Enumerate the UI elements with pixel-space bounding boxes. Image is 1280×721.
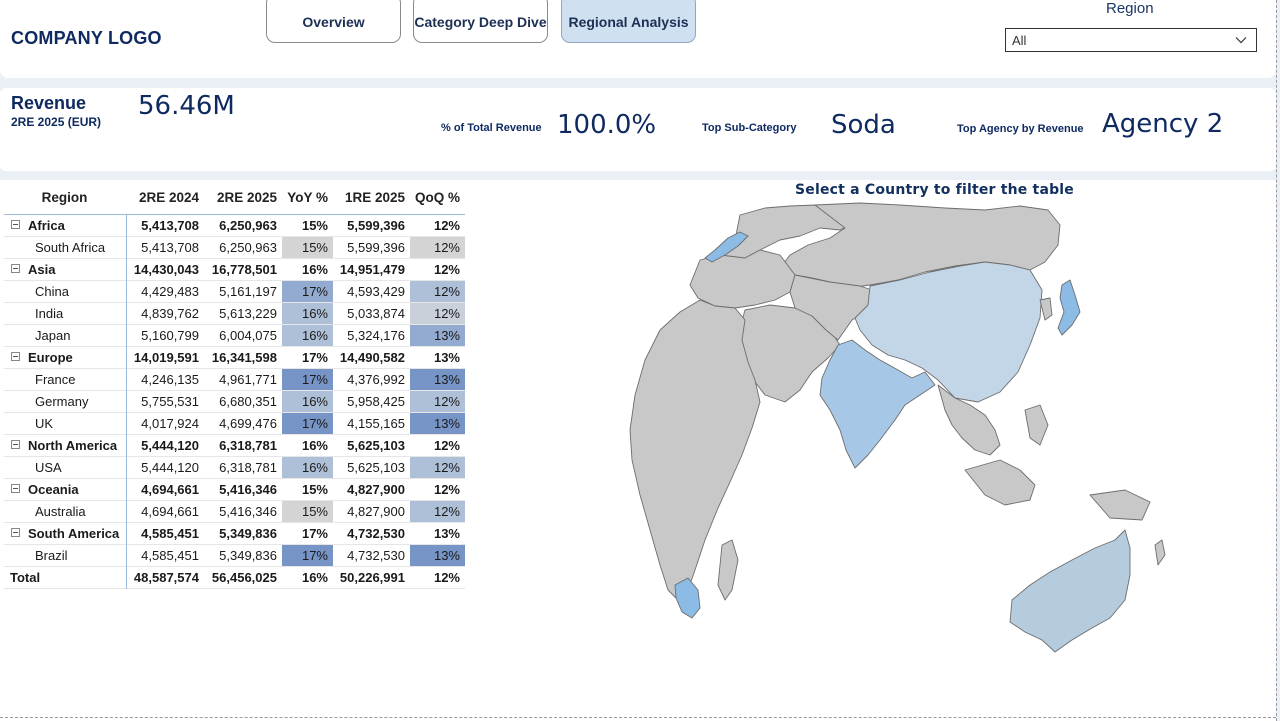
map-region-madagascar bbox=[717, 539, 739, 601]
map-region-japan bbox=[1057, 279, 1081, 336]
map-region-korea bbox=[1039, 297, 1053, 321]
frame-edge-bottom bbox=[0, 717, 1276, 718]
map-region-indonesia bbox=[964, 459, 1036, 506]
map-region-philippines bbox=[1024, 404, 1049, 446]
map-region-new-guinea bbox=[1089, 489, 1151, 521]
world-map[interactable] bbox=[0, 0, 1280, 721]
map-region-south-africa bbox=[674, 577, 701, 619]
map-region-australia bbox=[1009, 529, 1131, 653]
map-region-africa bbox=[629, 299, 761, 601]
map-region-new-zealand bbox=[1154, 539, 1166, 566]
frame-edge-right bbox=[1276, 0, 1280, 721]
